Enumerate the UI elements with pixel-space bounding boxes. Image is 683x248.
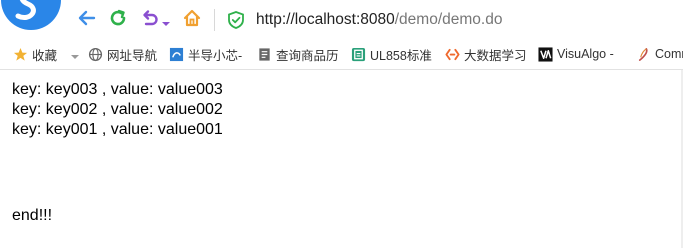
bookmarks-divider [0, 69, 683, 70]
bookmark-nav-sites[interactable]: 网址导航 [88, 44, 157, 64]
home-icon [182, 8, 202, 33]
bookmark-favorites[interactable]: 收藏 [13, 44, 80, 64]
kv-line: key: key002 , value: value002 [12, 101, 223, 118]
bookmark-label: 收藏 [32, 48, 58, 63]
undo-close-button[interactable] [137, 7, 163, 33]
bookmark-label: 网址导航 [107, 48, 158, 63]
bookmark-chip-site[interactable]: 半导小芯- [169, 44, 242, 64]
visualgo-icon [538, 46, 553, 62]
page-content: key: key003 , value: value003 key: key00… [12, 80, 672, 140]
bookmark-label: 查询商品历 [276, 48, 339, 63]
arrow-left-icon [77, 8, 97, 33]
url-host: http://localhost:8080 [256, 11, 395, 28]
bookmark-label: UL858标准 [370, 48, 432, 63]
bookmarks-bar: 收藏 网址导航 半导小芯- 查询商品历 UL858标准 大数据学习 VisuAl… [0, 40, 683, 69]
doc-green-icon [351, 47, 366, 62]
refresh-icon [108, 8, 128, 33]
bookmark-visualgo[interactable]: VisuAlgo - [538, 44, 614, 64]
address-bar[interactable]: http://localhost:8080/demo/demo.do [256, 9, 502, 31]
shield-icon[interactable] [226, 10, 246, 30]
home-button[interactable] [179, 7, 205, 33]
globe-icon [88, 47, 103, 62]
end-text: end!!! [12, 207, 53, 224]
chip-icon [169, 47, 184, 62]
browser-toolbar: http://localhost:8080/demo/demo.do [0, 0, 683, 40]
bookmark-label: VisuAlgo - [557, 47, 614, 61]
bookmark-price-history[interactable]: 查询商品历 [257, 44, 339, 64]
bookmark-label: 大数据学习 [464, 48, 527, 63]
bookmark-ul858[interactable]: UL858标准 [351, 44, 432, 64]
back-button[interactable] [74, 7, 100, 33]
document-icon [257, 47, 272, 62]
chevron-down-icon[interactable] [71, 50, 80, 59]
bookmark-label: Comr [655, 47, 683, 61]
chevron-down-icon[interactable] [162, 15, 170, 26]
browser-window: http://localhost:8080/demo/demo.do 收藏 网址… [0, 0, 683, 248]
star-icon [13, 47, 28, 62]
bookmark-comr[interactable]: Comr [636, 44, 683, 64]
url-path: /demo/demo.do [394, 11, 503, 28]
feather-icon [636, 47, 651, 62]
undo-icon [140, 8, 160, 33]
kv-line: key: key003 , value: value003 [12, 81, 223, 98]
browser-logo-icon[interactable] [0, 0, 62, 30]
toolbar-divider [214, 9, 215, 31]
bookmark-bigdata[interactable]: 大数据学习 [445, 44, 527, 64]
code-bracket-icon [445, 47, 460, 62]
bookmark-label: 半导小芯- [188, 48, 243, 63]
refresh-button[interactable] [105, 7, 131, 33]
kv-line: key: key001 , value: value001 [12, 121, 223, 138]
